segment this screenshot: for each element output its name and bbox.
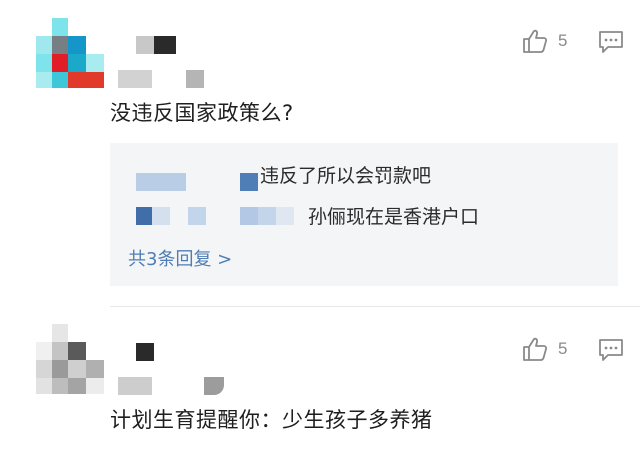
like-count: 5 (558, 339, 568, 358)
like-button[interactable]: 5 (522, 28, 567, 54)
reply-username[interactable] (136, 173, 268, 191)
comment-text: 计划生育提醒你：少生孩子多养猪 (110, 408, 433, 432)
reply-button[interactable] (598, 338, 624, 362)
like-button[interactable]: 5 (522, 336, 567, 362)
divider (110, 306, 640, 307)
comment-bubble-icon (598, 338, 624, 362)
like-count: 5 (558, 31, 568, 50)
username[interactable] (136, 343, 156, 361)
reply-text: 孙俪现在是香港户口 (308, 206, 480, 228)
reply-text: 违反了所以会罚款吧 (260, 165, 432, 187)
comment-meta (118, 70, 208, 88)
comment-bubble-icon (598, 30, 624, 54)
thumbs-up-icon (522, 28, 548, 54)
comment-text: 没违反国家政策么? (110, 101, 294, 125)
comment-meta (118, 377, 228, 395)
thumbs-up-icon (522, 336, 548, 362)
reply-button[interactable] (598, 30, 624, 54)
username[interactable] (136, 36, 176, 54)
reply-username[interactable] (136, 207, 304, 225)
avatar[interactable] (36, 324, 104, 394)
view-more-replies-link[interactable]: 共3条回复 > (128, 245, 232, 271)
replies-panel: 违反了所以会罚款吧 孙俪现在是香港户口 共3条回复 > (110, 143, 618, 286)
avatar[interactable] (36, 18, 104, 88)
